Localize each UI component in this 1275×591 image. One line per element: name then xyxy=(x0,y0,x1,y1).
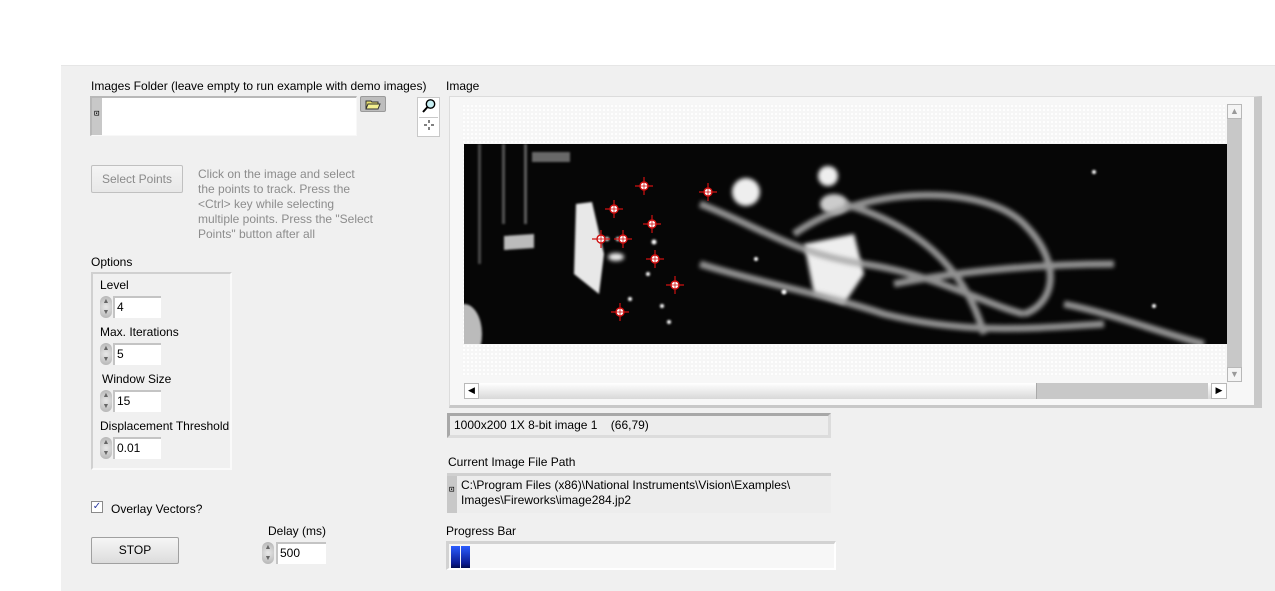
image-info-bar: 1000x200 1X 8-bit image 1 (66,79) xyxy=(447,413,831,438)
decrement-icon[interactable]: ▼ xyxy=(100,448,112,459)
increment-icon[interactable]: ▲ xyxy=(262,542,274,553)
browse-button[interactable] xyxy=(360,96,386,112)
select-points-hint: Click on the image and select the points… xyxy=(198,167,374,241)
image-tools-palette xyxy=(417,97,440,137)
increment-icon[interactable]: ▲ xyxy=(100,343,112,354)
window-size-label: Window Size xyxy=(102,372,172,386)
delay-input[interactable]: 500 xyxy=(276,542,326,564)
delay-label: Delay (ms) xyxy=(268,524,327,538)
decrement-icon[interactable]: ▼ xyxy=(100,401,112,412)
fireworks-image xyxy=(464,144,1227,344)
delay-spinner[interactable]: ▲ ▼ xyxy=(262,542,274,564)
max-iterations-label: Max. Iterations xyxy=(100,325,179,339)
window-size-input[interactable]: 15 xyxy=(113,390,161,412)
scroll-left-icon[interactable]: ◀ xyxy=(464,383,479,399)
crosshair-icon[interactable] xyxy=(419,117,438,136)
overlay-vectors-label: Overlay Vectors? xyxy=(111,502,203,516)
level-input[interactable]: 4 xyxy=(113,296,161,318)
stop-button[interactable]: STOP xyxy=(91,537,179,564)
decrement-icon[interactable]: ▼ xyxy=(100,307,112,318)
images-folder-input[interactable]: ⊡ xyxy=(90,96,357,136)
displacement-threshold-label: Displacement Threshold xyxy=(100,419,230,433)
progress-fill xyxy=(451,546,470,568)
decrement-icon[interactable]: ▼ xyxy=(100,354,112,365)
increment-icon[interactable]: ▲ xyxy=(100,296,112,307)
progress-label: Progress Bar xyxy=(446,524,517,538)
horizontal-scroll-thumb[interactable] xyxy=(1036,383,1208,399)
scroll-right-icon[interactable]: ▶ xyxy=(1211,383,1227,399)
scroll-up-icon[interactable]: ▲ xyxy=(1227,104,1242,119)
displacement-threshold-input[interactable]: 0.01 xyxy=(113,437,161,459)
window-size-spinner[interactable]: ▲ ▼ xyxy=(100,390,112,412)
max-iterations-input[interactable]: 5 xyxy=(113,343,161,365)
current-path-label: Current Image File Path xyxy=(448,455,576,469)
image-canvas[interactable] xyxy=(464,144,1227,344)
displacement-threshold-spinner[interactable]: ▲ ▼ xyxy=(100,437,112,459)
progress-segment xyxy=(461,546,470,568)
progress-bar xyxy=(446,541,836,570)
horizontal-scrollbar[interactable]: ◀ xyxy=(464,383,1226,399)
current-path-line-2: Images\Fireworks\image284.jp2 xyxy=(461,493,632,507)
vertical-scrollbar[interactable]: ▲ ▼ xyxy=(1227,104,1242,382)
level-spinner[interactable]: ▲ ▼ xyxy=(100,296,112,318)
decrement-icon[interactable]: ▼ xyxy=(262,553,274,564)
increment-icon[interactable]: ▲ xyxy=(100,390,112,401)
folder-open-icon xyxy=(365,100,381,110)
current-path-line-1: C:\Program Files (x86)\National Instrume… xyxy=(461,478,791,492)
level-label: Level xyxy=(100,278,129,292)
zoom-icon[interactable] xyxy=(419,98,438,116)
current-path-indicator: ⊡ C:\Program Files (x86)\National Instru… xyxy=(447,473,831,513)
progress-segment xyxy=(451,546,460,568)
image-label: Image xyxy=(446,79,480,93)
options-label: Options xyxy=(91,255,133,269)
increment-icon[interactable]: ▲ xyxy=(100,437,112,448)
images-folder-label: Images Folder (leave empty to run exampl… xyxy=(91,79,427,93)
path-icon: ⊡ xyxy=(447,476,457,513)
select-points-button[interactable]: Select Points xyxy=(91,165,183,193)
path-icon: ⊡ xyxy=(92,98,102,135)
max-iterations-spinner[interactable]: ▲ ▼ xyxy=(100,343,112,365)
scroll-down-icon[interactable]: ▼ xyxy=(1227,367,1242,382)
overlay-vectors-checkbox[interactable]: ✓ xyxy=(91,501,103,513)
